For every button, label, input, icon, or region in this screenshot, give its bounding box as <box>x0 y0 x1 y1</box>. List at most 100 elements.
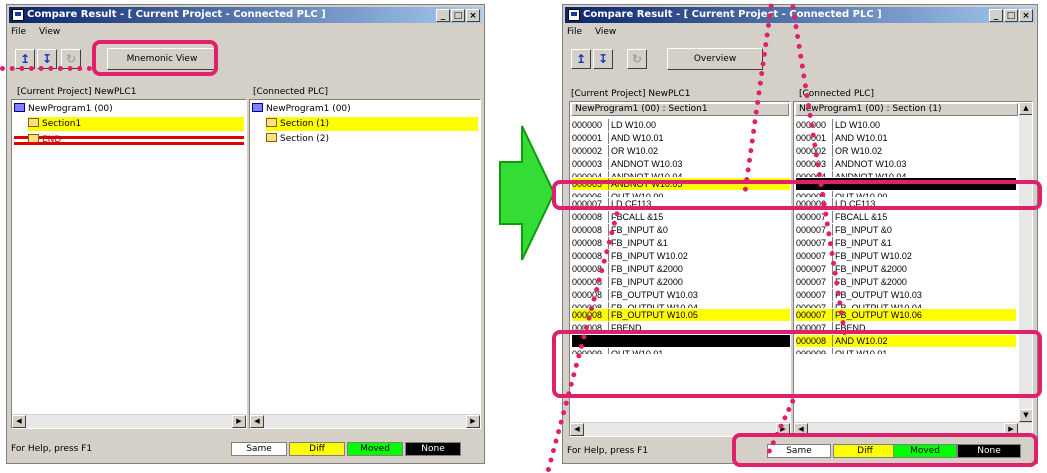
overview-button[interactable]: Overview <box>667 48 763 70</box>
section-icon <box>28 118 39 127</box>
section-icon <box>266 133 277 142</box>
line-address: 000008 <box>572 276 609 288</box>
transfer-down-icon[interactable]: ↧ <box>593 49 613 69</box>
line-instruction: ANDNOT W10.03 <box>835 159 907 169</box>
menu-view[interactable]: View <box>595 27 616 37</box>
callout-connector <box>0 66 92 71</box>
legend-none: None <box>405 442 461 456</box>
menu-bar: File View <box>11 27 70 41</box>
mnemonic-line[interactable]: 000007 FB_OUTPUT W10.03 <box>796 289 1016 301</box>
tree-item-program[interactable]: NewProgram1 (00) <box>14 102 113 116</box>
tree-item-section-2[interactable]: Section (2) <box>266 132 329 146</box>
status-text: For Help, press F1 <box>567 446 649 456</box>
line-instruction: FB_INPUT W10.02 <box>611 251 688 261</box>
mnemonic-line[interactable]: 000007 FB_OUTPUT W10.06 <box>796 309 1016 321</box>
menu-file[interactable]: File <box>567 27 582 37</box>
line-address: 000008 <box>572 237 609 249</box>
mnemonic-line[interactable]: 000007 FB_INPUT &2000 <box>796 276 1016 288</box>
line-address: 000007 <box>796 250 833 262</box>
legend-diff: Diff <box>289 442 345 456</box>
mnemonic-line[interactable]: 000008 FB_OUTPUT W10.04 <box>572 302 790 308</box>
line-instruction: FB_INPUT &2000 <box>611 264 683 274</box>
minimize-icon[interactable]: _ <box>436 9 450 22</box>
tree-item-program[interactable]: NewProgram1 (00) <box>252 102 351 116</box>
maximize-icon[interactable]: □ <box>451 9 465 22</box>
legend-same: Same <box>231 442 287 456</box>
title-bar[interactable]: Compare Result - [ Current Project - Con… <box>9 7 482 23</box>
scroll-left-icon[interactable]: ◀ <box>250 415 264 428</box>
tree-item-section-1[interactable]: Section (1) <box>266 117 478 131</box>
callout-mnemonic-button <box>92 40 218 76</box>
arrow-right-icon <box>499 125 556 261</box>
minimize-icon[interactable]: _ <box>989 9 1003 22</box>
line-address: 000000 <box>572 119 609 131</box>
mnemonic-line[interactable]: 000007 FB_INPUT &2000 <box>796 263 1016 275</box>
close-icon[interactable]: × <box>1019 9 1033 22</box>
line-instruction: OR W10.02 <box>611 146 659 156</box>
mnemonic-line[interactable]: 000007 FB_OUTPUT W10.04 <box>796 302 1016 308</box>
app-icon <box>568 9 580 21</box>
transfer-up-icon[interactable]: ↥ <box>571 49 591 69</box>
mnemonic-line[interactable]: 000002 OR W10.02 <box>572 145 790 157</box>
line-instruction: ANDNOT W10.04 <box>611 172 683 177</box>
line-instruction: FB_OUTPUT W10.06 <box>835 310 922 320</box>
line-instruction: FB_OUTPUT W10.04 <box>611 303 698 308</box>
mnemonic-line[interactable]: 000001 AND W10.01 <box>796 132 1016 144</box>
line-address: 000007 <box>796 276 833 288</box>
mnemonic-line[interactable]: 000000 LD W10.00 <box>796 119 1016 131</box>
current-project-label: [Current Project] NewPLC1 <box>571 89 691 99</box>
title-bar[interactable]: Compare Result - [ Current Project - Con… <box>565 7 1035 23</box>
scroll-up-icon[interactable]: ▲ <box>1019 102 1032 115</box>
mnemonic-line[interactable]: 000008 FB_INPUT &2000 <box>572 276 790 288</box>
horizontal-scrollbar[interactable]: ◀ ▶ <box>12 414 246 428</box>
menu-file[interactable]: File <box>11 27 26 37</box>
window-title: Compare Result - [ Current Project - Con… <box>27 9 326 20</box>
mnemonic-line[interactable]: 000004 ANDNOT W10.04 <box>796 171 1016 177</box>
line-instruction: FB_INPUT W10.02 <box>835 251 912 261</box>
mnemonic-line[interactable]: 000003 ANDNOT W10.03 <box>572 158 790 170</box>
line-instruction: AND W10.01 <box>611 133 664 143</box>
mnemonic-line[interactable]: 000001 AND W10.01 <box>572 132 790 144</box>
menu-view[interactable]: View <box>39 27 60 37</box>
line-instruction: ANDNOT W10.03 <box>611 159 683 169</box>
window-title: Compare Result - [ Current Project - Con… <box>583 9 882 20</box>
line-instruction: FB_OUTPUT W10.03 <box>611 290 698 300</box>
mnemonic-line[interactable]: 000008 FB_OUTPUT W10.03 <box>572 289 790 301</box>
mnemonic-line[interactable]: 000008 FB_OUTPUT W10.05 <box>572 309 790 321</box>
horizontal-scrollbar[interactable]: ◀ ▶ <box>250 414 480 428</box>
line-instruction: FB_OUTPUT W10.05 <box>611 310 698 320</box>
mnemonic-line[interactable]: 000002 OR W10.02 <box>796 145 1016 157</box>
refresh-icon[interactable]: ↻ <box>627 49 647 69</box>
mnemonic-line[interactable]: 000008 FBCALL &15 <box>572 211 790 223</box>
callout-diff-row <box>552 180 1042 210</box>
mnemonic-line[interactable]: 000004 ANDNOT W10.04 <box>572 171 790 177</box>
menu-bar: File View <box>567 27 626 41</box>
line-instruction: FB_INPUT &2000 <box>835 264 907 274</box>
callout-fb-output-rows <box>552 330 1042 398</box>
scroll-left-icon[interactable]: ◀ <box>12 415 26 428</box>
line-address: 000004 <box>572 171 609 177</box>
line-instruction: FB_INPUT &1 <box>611 238 668 248</box>
maximize-icon[interactable]: □ <box>1004 9 1018 22</box>
mnemonic-line[interactable]: 000003 ANDNOT W10.03 <box>796 158 1016 170</box>
column-header: NewProgram1 (00) : Section (1) <box>795 103 1018 116</box>
current-project-label: [Current Project] NewPLC1 <box>17 87 137 97</box>
close-icon[interactable]: × <box>466 9 480 22</box>
connected-plc-label: [Connected PLC] <box>253 87 329 97</box>
scroll-right-icon[interactable]: ▶ <box>466 415 480 428</box>
connected-plc-tree[interactable]: NewProgram1 (00) Section (1) Section (2)… <box>249 99 481 429</box>
line-instruction: FB_INPUT &2000 <box>611 277 683 287</box>
current-project-tree[interactable]: NewProgram1 (00) Section1 END ◀ ▶ <box>11 99 247 429</box>
mnemonic-line[interactable]: 000008 FB_INPUT &0 <box>572 224 790 236</box>
scroll-right-icon[interactable]: ▶ <box>232 415 246 428</box>
program-icon <box>14 103 25 112</box>
line-address: 000007 <box>796 263 833 275</box>
tree-item-section1[interactable]: Section1 <box>28 117 244 131</box>
line-instruction: OR W10.02 <box>835 146 883 156</box>
scroll-down-icon[interactable]: ▼ <box>1019 409 1032 422</box>
line-instruction: FB_INPUT &2000 <box>835 277 907 287</box>
line-instruction: FB_OUTPUT W10.03 <box>835 290 922 300</box>
mnemonic-line[interactable]: 000000 LD W10.00 <box>572 119 790 131</box>
line-instruction: FB_INPUT &1 <box>835 238 892 248</box>
scroll-left-icon[interactable]: ◀ <box>570 423 584 436</box>
